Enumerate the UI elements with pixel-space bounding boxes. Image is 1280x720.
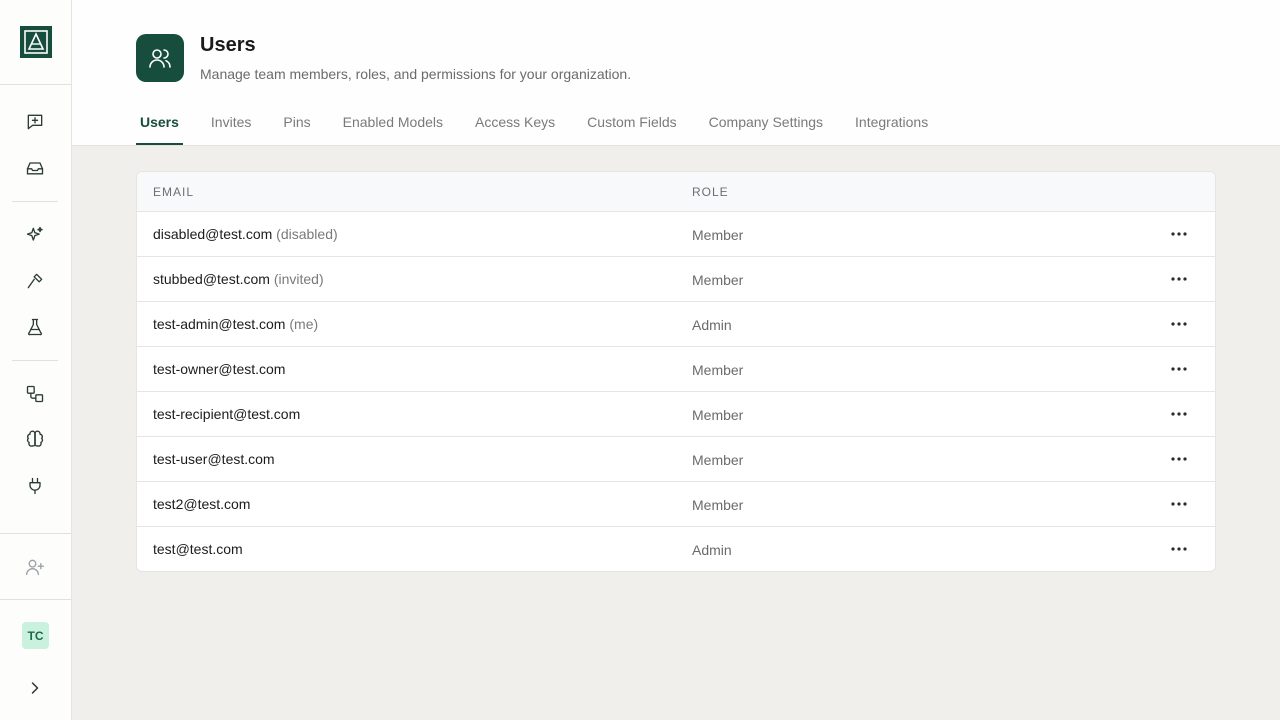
more-actions-icon[interactable] [1167,270,1191,288]
user-status-note: (disabled) [276,226,338,242]
user-role: Member [692,497,744,513]
more-actions-icon[interactable] [1167,360,1191,378]
table-row: test@test.com Admin [137,527,1215,571]
table-row: test-owner@test.com Member [137,347,1215,392]
tab-users[interactable]: Users [136,112,183,145]
user-role: Member [692,272,744,288]
tab-custom-fields[interactable]: Custom Fields [583,112,680,144]
email-text: test-owner@test.com [153,361,286,377]
user-email: test@test.com [153,541,243,557]
tab-bar: Users Invites Pins Enabled Models Access… [136,112,956,145]
more-actions-icon[interactable] [1167,540,1191,558]
new-chat-icon[interactable] [23,110,47,134]
sidebar-divider [12,201,58,202]
inbox-icon[interactable] [23,156,47,180]
users-table: EMAIL ROLE disabled@test.com (disabled) M… [136,171,1216,572]
add-user-icon[interactable] [23,555,47,579]
user-role: Admin [692,542,732,558]
app-logo[interactable] [20,26,52,58]
tab-invites[interactable]: Invites [207,112,255,144]
user-role: Member [692,452,744,468]
more-actions-icon[interactable] [1167,225,1191,243]
table-row: stubbed@test.com (invited) Member [137,257,1215,302]
table-row: test2@test.com Member [137,482,1215,527]
user-status-note: (invited) [273,271,324,287]
workflow-icon[interactable] [23,382,47,406]
logo-mark-icon [24,30,48,54]
plug-icon[interactable] [23,474,47,498]
page-subtitle: Manage team members, roles, and permissi… [200,66,632,82]
sidebar-divider [0,533,71,534]
user-role: Member [692,227,744,243]
user-email: test2@test.com [153,496,250,512]
hammer-icon[interactable] [23,269,47,293]
email-text: disabled@test.com [153,226,273,242]
sidebar-divider [12,360,58,361]
user-email: stubbed@test.com (invited) [153,271,324,287]
email-text: test2@test.com [153,496,251,512]
column-header-role: ROLE [692,185,729,199]
table-row: test-recipient@test.com Member [137,392,1215,437]
table-header: EMAIL ROLE [137,172,1215,212]
email-text: stubbed@test.com [153,271,270,287]
table-row: test-user@test.com Member [137,437,1215,482]
user-email: test-admin@test.com (me) [153,316,318,332]
page-header: Users Manage team members, roles, and pe… [72,0,1280,146]
brain-icon[interactable] [23,428,47,452]
more-actions-icon[interactable] [1167,315,1191,333]
email-text: test-admin@test.com [153,316,286,332]
user-email: disabled@test.com (disabled) [153,226,338,242]
more-actions-icon[interactable] [1167,450,1191,468]
page-title: Users [200,34,256,56]
user-email: test-recipient@test.com [153,406,300,422]
sidebar-divider [0,599,71,600]
user-email: test-owner@test.com [153,361,285,377]
user-status-note: (me) [289,316,319,332]
tab-integrations[interactable]: Integrations [851,112,932,144]
chevron-right-icon[interactable] [23,676,47,700]
sidebar-divider [0,84,71,85]
tab-enabled-models[interactable]: Enabled Models [339,112,447,144]
table-row: disabled@test.com (disabled) Member [137,212,1215,257]
user-email: test-user@test.com [153,451,275,467]
email-text: test-recipient@test.com [153,406,301,422]
user-role: Member [692,407,744,423]
column-header-email: EMAIL [153,185,195,199]
email-text: test@test.com [153,541,243,557]
flask-icon[interactable] [23,315,47,339]
user-role: Member [692,362,744,378]
more-actions-icon[interactable] [1167,405,1191,423]
email-text: test-user@test.com [153,451,275,467]
sparkles-icon[interactable] [23,223,47,247]
avatar[interactable]: TC [22,622,49,649]
users-icon [136,34,184,82]
table-row: test-admin@test.com (me) Admin [137,302,1215,347]
user-role: Admin [692,317,732,333]
tab-access-keys[interactable]: Access Keys [471,112,559,144]
sidebar: TC [0,0,72,720]
tab-company-settings[interactable]: Company Settings [705,112,827,144]
more-actions-icon[interactable] [1167,495,1191,513]
tab-pins[interactable]: Pins [279,112,314,144]
